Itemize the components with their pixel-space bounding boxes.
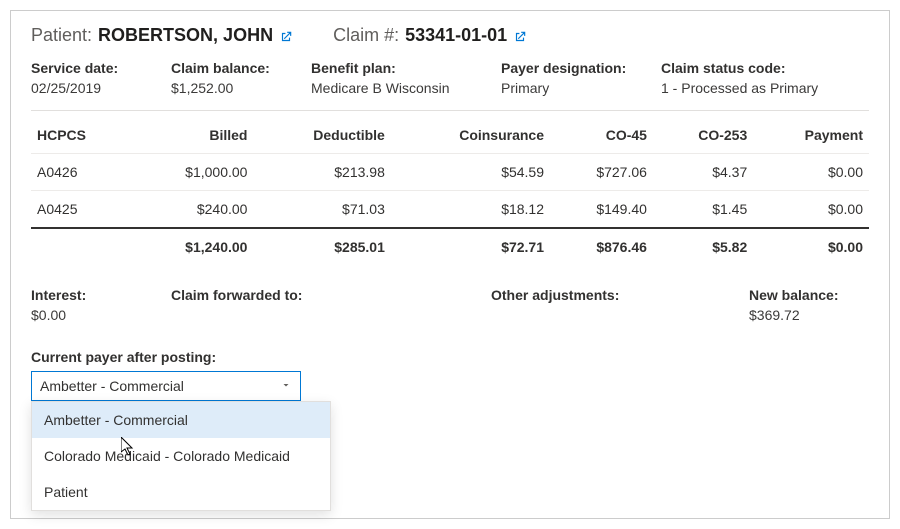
interest-value: $0.00	[31, 307, 171, 323]
totals-billed: $1,240.00	[131, 228, 253, 265]
totals-co45: $876.46	[550, 228, 653, 265]
table-row: A0425 $240.00 $71.03 $18.12 $149.40 $1.4…	[31, 191, 869, 229]
claim-number: 53341-01-01	[405, 25, 507, 46]
cell-deductible: $71.03	[253, 191, 390, 229]
current-payer-options: Ambetter - Commercial Colorado Medicaid …	[31, 401, 331, 511]
service-date-value: 02/25/2019	[31, 80, 141, 96]
claim-balance-block: Claim balance: $1,252.00	[171, 60, 311, 96]
claim-status-block: Claim status code: 1 - Processed as Prim…	[661, 60, 861, 96]
footer-row: Interest: $0.00 Claim forwarded to: Othe…	[31, 287, 869, 323]
forwarded-label: Claim forwarded to:	[171, 287, 491, 303]
totals-empty	[31, 228, 131, 265]
payer-designation-label: Payer designation:	[501, 60, 631, 76]
interest-block: Interest: $0.00	[31, 287, 171, 323]
current-payer-selected: Ambetter - Commercial	[40, 378, 184, 394]
totals-payment: $0.00	[753, 228, 869, 265]
claim-status-value: 1 - Processed as Primary	[661, 80, 831, 96]
totals-row: $1,240.00 $285.01 $72.71 $876.46 $5.82 $…	[31, 228, 869, 265]
cell-billed: $1,000.00	[131, 154, 253, 191]
service-date-block: Service date: 02/25/2019	[31, 60, 171, 96]
dropdown-option[interactable]: Patient	[32, 474, 330, 510]
payer-designation-value: Primary	[501, 80, 631, 96]
col-co253: CO-253	[653, 117, 753, 154]
cell-co45: $727.06	[550, 154, 653, 191]
col-hcpcs: HCPCS	[31, 117, 131, 154]
benefit-plan-value: Medicare B Wisconsin	[311, 80, 471, 96]
claim-balance-label: Claim balance:	[171, 60, 281, 76]
cell-coinsurance: $54.59	[391, 154, 550, 191]
cell-co253: $4.37	[653, 154, 753, 191]
benefit-plan-label: Benefit plan:	[311, 60, 471, 76]
cell-billed: $240.00	[131, 191, 253, 229]
col-billed: Billed	[131, 117, 253, 154]
col-deductible: Deductible	[253, 117, 390, 154]
col-co45: CO-45	[550, 117, 653, 154]
claim-summary-row: Service date: 02/25/2019 Claim balance: …	[31, 60, 869, 111]
table-row: A0426 $1,000.00 $213.98 $54.59 $727.06 $…	[31, 154, 869, 191]
col-payment: Payment	[753, 117, 869, 154]
new-balance-label: New balance:	[749, 287, 869, 303]
new-balance-block: New balance: $369.72	[749, 287, 869, 323]
other-adjustments-block: Other adjustments:	[491, 287, 741, 323]
dropdown-option[interactable]: Colorado Medicaid - Colorado Medicaid	[32, 438, 330, 474]
claim-header: Claim #: 53341-01-01	[333, 25, 527, 46]
patient-label: Patient:	[31, 25, 92, 46]
cell-hcpcs: A0426	[31, 154, 131, 191]
payer-designation-block: Payer designation: Primary	[501, 60, 661, 96]
patient-header: Patient: ROBERTSON, JOHN	[31, 25, 293, 46]
header-row: Patient: ROBERTSON, JOHN Claim #: 53341-…	[31, 25, 869, 46]
table-header-row: HCPCS Billed Deductible Coinsurance CO-4…	[31, 117, 869, 154]
col-coinsurance: Coinsurance	[391, 117, 550, 154]
current-payer-label: Current payer after posting:	[31, 349, 301, 365]
claim-detail-panel: Patient: ROBERTSON, JOHN Claim #: 53341-…	[10, 10, 890, 519]
cell-coinsurance: $18.12	[391, 191, 550, 229]
cell-co45: $149.40	[550, 191, 653, 229]
totals-co253: $5.82	[653, 228, 753, 265]
line-items-table: HCPCS Billed Deductible Coinsurance CO-4…	[31, 117, 869, 265]
cell-co253: $1.45	[653, 191, 753, 229]
claim-label: Claim #:	[333, 25, 399, 46]
cell-payment: $0.00	[753, 154, 869, 191]
current-payer-dropdown[interactable]: Ambetter - Commercial	[31, 371, 301, 401]
claim-status-label: Claim status code:	[661, 60, 831, 76]
patient-name: ROBERTSON, JOHN	[98, 25, 273, 46]
interest-label: Interest:	[31, 287, 171, 303]
claim-external-link-icon[interactable]	[513, 28, 527, 44]
cell-deductible: $213.98	[253, 154, 390, 191]
benefit-plan-block: Benefit plan: Medicare B Wisconsin	[311, 60, 501, 96]
cell-hcpcs: A0425	[31, 191, 131, 229]
dropdown-option[interactable]: Ambetter - Commercial	[32, 402, 330, 438]
claim-balance-value: $1,252.00	[171, 80, 281, 96]
totals-coinsurance: $72.71	[391, 228, 550, 265]
totals-deductible: $285.01	[253, 228, 390, 265]
forwarded-block: Claim forwarded to:	[171, 287, 491, 323]
chevron-down-icon	[280, 378, 292, 394]
current-payer-section: Current payer after posting: Ambetter - …	[31, 349, 301, 401]
other-adjustments-label: Other adjustments:	[491, 287, 741, 303]
patient-external-link-icon[interactable]	[279, 28, 293, 44]
cell-payment: $0.00	[753, 191, 869, 229]
new-balance-value: $369.72	[749, 307, 869, 323]
service-date-label: Service date:	[31, 60, 141, 76]
